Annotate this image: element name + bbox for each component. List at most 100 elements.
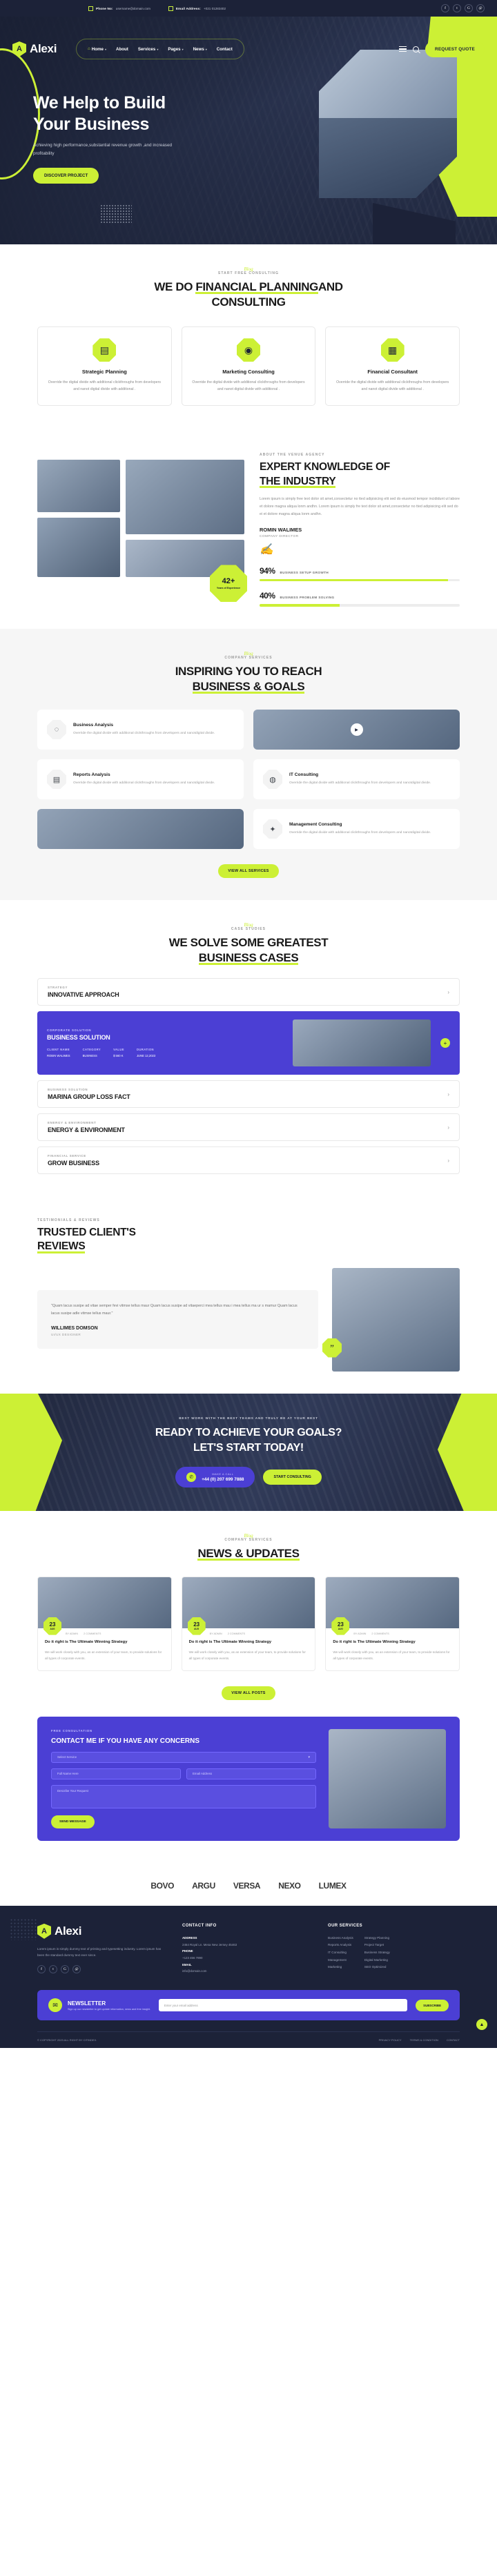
google-icon[interactable]: G bbox=[465, 4, 473, 12]
google-icon[interactable]: G bbox=[61, 1965, 69, 1974]
service-item[interactable]: ✦ Management Consulting Override the dig… bbox=[253, 809, 460, 850]
topbar-phone-value[interactable]: username@domain.com bbox=[116, 7, 150, 10]
footer-service-link[interactable]: Management bbox=[328, 1957, 353, 1964]
chevron-down-icon: ▾ bbox=[205, 47, 207, 51]
testimonial-eyebrow: TESTIMONIALS & REVIEWS bbox=[37, 1218, 100, 1223]
chevron-right-icon: › bbox=[447, 1157, 449, 1164]
service-card[interactable]: ▤ Strategic Planning Override the digita… bbox=[37, 326, 172, 407]
page-root: Phone No: username@domain.com Email Addr… bbox=[0, 0, 497, 2049]
privacy-policy-link[interactable]: PRIVACY POLICY bbox=[379, 2038, 402, 2042]
presentation-chart-icon: ▤ bbox=[92, 338, 117, 362]
cta-wedge-right bbox=[438, 1393, 497, 1511]
twitter-icon[interactable]: t bbox=[453, 4, 461, 12]
email-input[interactable]: Email Address bbox=[186, 1768, 316, 1779]
accordion-label: FINANCIAL SERVICE bbox=[48, 1154, 86, 1158]
service-select[interactable]: Select Service bbox=[51, 1751, 316, 1763]
accordion-item-open[interactable]: CORPORATE SOLUTION BUSINESS SOLUTION CLI… bbox=[37, 1011, 460, 1075]
discover-project-button[interactable]: DISCOVER PROJECT bbox=[33, 167, 99, 184]
instagram-icon[interactable]: @ bbox=[72, 1965, 81, 1974]
news-day: 23 bbox=[49, 1621, 56, 1628]
footer-service-link[interactable]: Digital Marketing bbox=[364, 1957, 390, 1964]
nav-item-news[interactable]: News ▾ bbox=[193, 47, 207, 52]
message-textarea[interactable]: Describe Your Request bbox=[51, 1784, 316, 1808]
progress-fill bbox=[260, 579, 448, 582]
footer-service-link[interactable]: Strategy Planning bbox=[364, 1935, 390, 1942]
facebook-icon[interactable]: f bbox=[441, 4, 449, 12]
footer-service-link[interactable]: Marketing bbox=[328, 1964, 353, 1971]
play-icon[interactable]: ▶ bbox=[350, 723, 363, 736]
footer-dot-pattern bbox=[10, 1918, 37, 1940]
chevron-right-icon: › bbox=[447, 988, 449, 995]
footer-service-link[interactable]: Project Target bbox=[364, 1942, 390, 1949]
footer-service-link[interactable]: Business Strategy bbox=[364, 1949, 390, 1957]
newsletter-email-input[interactable]: Enter your email address bbox=[158, 1999, 408, 2012]
copyright-text: © COPYRIGHT 2023 ALL RIGHT BY CITINDEX. bbox=[37, 2038, 97, 2042]
services-video-thumb[interactable]: ▶ bbox=[253, 710, 460, 750]
nav-item-pages[interactable]: Pages ▾ bbox=[168, 47, 183, 52]
search-icon[interactable] bbox=[413, 46, 419, 52]
footer-contact-value: 2464 Royal Ln. Mesa New Jersey 45463 bbox=[182, 1942, 237, 1946]
send-message-button[interactable]: SEND MESSAGE bbox=[51, 1815, 95, 1828]
case-meta-value: ROBIN WALIMES bbox=[47, 1054, 70, 1058]
testimonial-section: TESTIMONIALS & REVIEWS TRUSTED CLIENT'S … bbox=[0, 1196, 497, 1393]
accordion-item[interactable]: ENERGY & ENVIRONMENT ENERGY & ENVIRONMEN… bbox=[37, 1113, 460, 1142]
nav-item-services-label: Services bbox=[137, 46, 156, 52]
footer-service-link[interactable]: SEO Optimized bbox=[364, 1964, 390, 1971]
brand-logo[interactable]: A Alexi bbox=[12, 41, 57, 57]
report-document-icon: ▤ bbox=[47, 770, 66, 790]
news-day: 23 bbox=[337, 1621, 344, 1628]
brand-logo-item: NEXO bbox=[278, 1880, 301, 1891]
service-item-text: Override the digital divide with additio… bbox=[73, 731, 215, 735]
case-meta-key: VALUE bbox=[113, 1048, 124, 1052]
back-to-top-button[interactable]: ▲ bbox=[476, 2019, 487, 2031]
contact-link[interactable]: CONTACT bbox=[447, 2038, 460, 2042]
nav-item-services[interactable]: Services ▾ bbox=[138, 47, 158, 52]
footer-contact-value[interactable]: info@domain.com bbox=[182, 1968, 314, 1975]
footer-contact-key: PHONE bbox=[182, 1949, 193, 1953]
news-card-title: Do it right is The Ultimate Winning Stra… bbox=[188, 1639, 272, 1644]
topbar-email-value[interactable]: +021 01283402 bbox=[204, 7, 226, 10]
service-card-text: Override the digital divide with additio… bbox=[192, 380, 305, 392]
footer-brand[interactable]: A Alexi bbox=[37, 1923, 168, 1939]
nav-item-contact[interactable]: Contact bbox=[217, 47, 233, 52]
name-input[interactable]: Full Name Here bbox=[51, 1768, 181, 1779]
news-month: AUG bbox=[50, 1627, 55, 1630]
twitter-icon[interactable]: t bbox=[49, 1965, 57, 1974]
accordion-item[interactable]: FINANCIAL SERVICE GROW BUSINESS › bbox=[37, 1146, 460, 1175]
footer-service-link[interactable]: Business Analysis bbox=[328, 1935, 353, 1942]
nav-item-home[interactable]: ⌂ Home ▾ bbox=[88, 47, 106, 52]
service-item[interactable]: ◌ Business Analysis Override the digital… bbox=[37, 710, 244, 750]
services-grid-eyebrow: COMPANY SERVICES bbox=[224, 655, 273, 660]
footer-service-link[interactable]: IT Consulting bbox=[328, 1949, 353, 1957]
news-card[interactable]: 23 AUG BY ADMIN 2 COMMENTS Do it right i… bbox=[37, 1576, 172, 1671]
start-consulting-button[interactable]: START CONSULTING bbox=[263, 1469, 322, 1485]
view-all-services-button[interactable]: VIEW ALL SERVICES bbox=[218, 864, 279, 879]
service-item[interactable]: ◍ IT Consulting Override the digital div… bbox=[253, 759, 460, 800]
view-all-posts-button[interactable]: VIEW ALL POSTS bbox=[222, 1686, 275, 1700]
footer-contact-value[interactable]: +123 456 7890 bbox=[182, 1955, 314, 1962]
contact-section: FREE CONSULTATION CONTACT ME IF YOU HAVE… bbox=[37, 1716, 460, 1841]
request-quote-button[interactable]: REQUEST QUOTE bbox=[425, 41, 485, 57]
service-item[interactable]: ▤ Reports Analysis Override the digital … bbox=[37, 759, 244, 800]
instagram-icon[interactable]: @ bbox=[476, 4, 485, 12]
news-card[interactable]: 23 AUG BY ADMIN 2 COMMENTS Do it right i… bbox=[181, 1576, 316, 1671]
nav-item-about[interactable]: About bbox=[116, 47, 128, 52]
plus-icon[interactable]: + bbox=[440, 1038, 450, 1048]
subscribe-button[interactable]: SUBSCRIBE bbox=[416, 1999, 449, 2011]
footer-services-head: OUR SERVICES bbox=[328, 1923, 363, 1928]
nav-item-pages-label: Pages bbox=[168, 46, 181, 52]
brand-logo-item: VERSA bbox=[233, 1880, 261, 1891]
service-card[interactable]: ▦ Financial Consultant Override the digi… bbox=[325, 326, 460, 407]
accordion-item[interactable]: STRATEGY INNOVATIVE APPROACH › bbox=[37, 978, 460, 1006]
accordion-item[interactable]: BUSINESS SOLUTION MARINA GROUP LOSS FACT… bbox=[37, 1080, 460, 1109]
footer-service-link[interactable]: Reports Analysis bbox=[328, 1942, 353, 1949]
progress-fill bbox=[260, 604, 340, 607]
facebook-icon[interactable]: f bbox=[37, 1965, 46, 1974]
news-card[interactable]: 23 AUG BY ADMIN 2 COMMENTS Do it right i… bbox=[325, 1576, 460, 1671]
cta-phone[interactable]: ✆ MAKE A CALL +44 (0) 207 699 7888 bbox=[175, 1466, 255, 1487]
progress-track bbox=[260, 604, 460, 607]
terms-link[interactable]: TERMS & CONDITION bbox=[410, 2038, 438, 2042]
services-grid-title-line1: INSPIRING YOU TO REACH bbox=[175, 664, 322, 678]
service-card[interactable]: ◉ Marketing Consulting Override the digi… bbox=[181, 326, 316, 407]
menu-icon[interactable] bbox=[399, 46, 407, 52]
